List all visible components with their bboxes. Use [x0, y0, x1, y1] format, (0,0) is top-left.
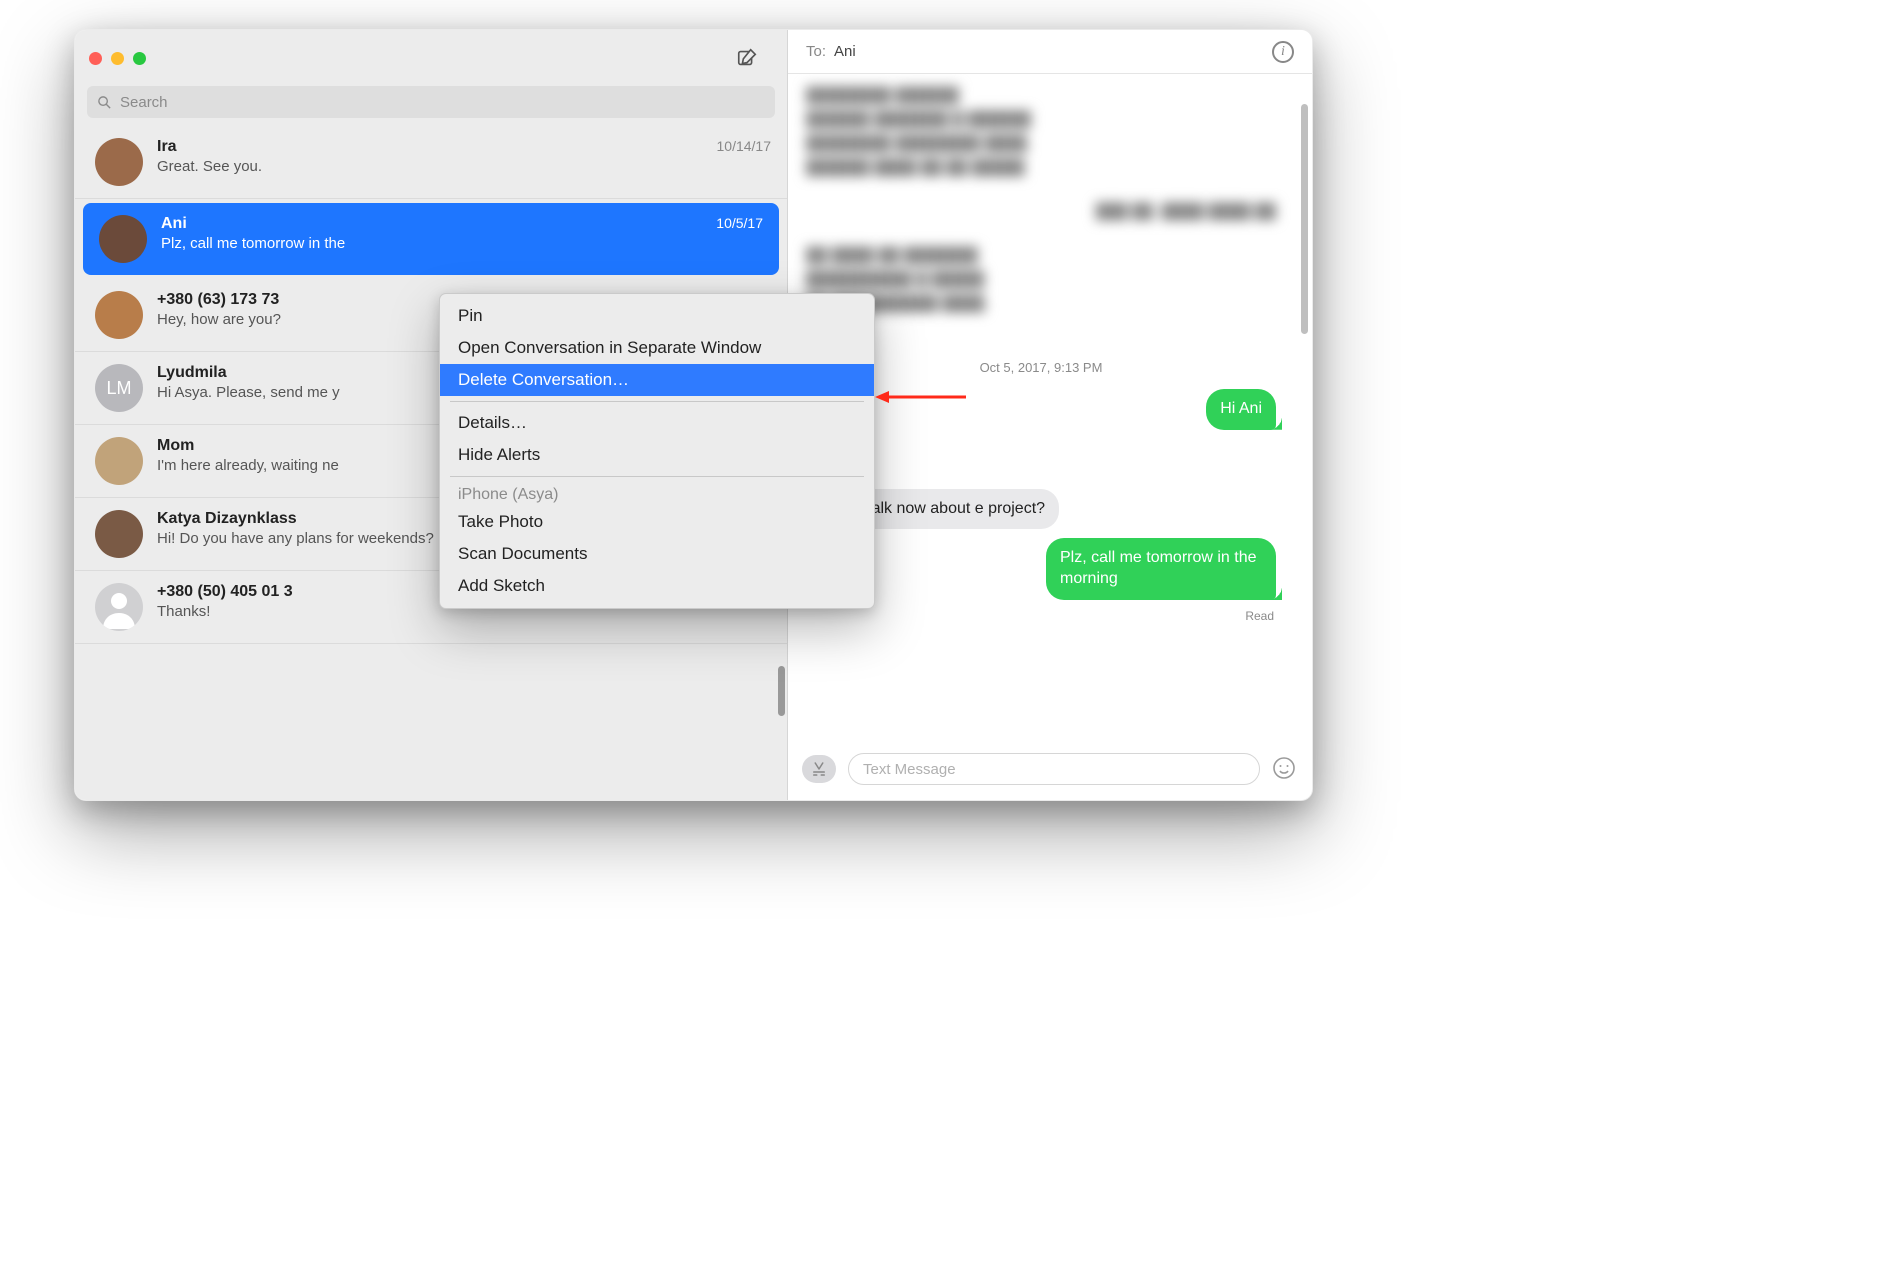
compose-bar	[788, 748, 1312, 800]
avatar	[95, 437, 143, 485]
messages-window: Ira 10/14/17 Great. See you. Ani 10/5/17…	[74, 29, 1313, 801]
outgoing-bubble[interactable]: Hi Ani	[1206, 389, 1276, 430]
blurred-earlier-content: ██ ████ ██ ███████ ██████████ █ █████ ██…	[806, 244, 1276, 340]
conversation-name: +380 (63) 173 73	[157, 291, 279, 309]
message-input[interactable]	[863, 761, 1245, 778]
avatar: LM	[95, 364, 143, 412]
read-receipt: Read	[806, 609, 1274, 623]
ctx-section-header: iPhone (Asya)	[440, 482, 874, 506]
message-input-wrapper[interactable]	[848, 753, 1260, 785]
ctx-hide-alerts[interactable]: Hide Alerts	[440, 439, 874, 471]
ctx-add-sketch[interactable]: Add Sketch	[440, 570, 874, 602]
conversation-name: +380 (50) 405 01 3	[157, 583, 293, 601]
avatar	[95, 510, 143, 558]
info-icon: i	[1281, 44, 1285, 60]
compose-icon	[736, 47, 758, 69]
appstore-icon	[810, 760, 828, 778]
ctx-take-photo[interactable]: Take Photo	[440, 506, 874, 538]
conversation-row[interactable]: Ira 10/14/17 Great. See you.	[75, 126, 787, 199]
outgoing-bubble[interactable]: Plz, call me tomorrow in the morning	[1046, 538, 1276, 600]
sidebar-scrollbar[interactable]	[778, 666, 785, 716]
close-button[interactable]	[89, 52, 102, 65]
avatar	[95, 583, 143, 631]
to-recipient[interactable]: Ani	[834, 43, 856, 60]
search-field[interactable]	[87, 86, 775, 118]
details-button[interactable]: i	[1272, 41, 1294, 63]
timestamp-label: Oct 5, 2017, 9:13 PM	[806, 360, 1276, 375]
context-menu: Pin Open Conversation in Separate Window…	[439, 293, 875, 609]
to-header: To: Ani i	[788, 30, 1312, 74]
emoji-icon	[1272, 756, 1296, 780]
conversation-name: Katya Dizaynklass	[157, 510, 297, 528]
maximize-button[interactable]	[133, 52, 146, 65]
person-icon	[95, 583, 143, 631]
blurred-earlier-content: ███ ██, ████ ████ ██	[806, 200, 1276, 224]
annotation-arrow	[871, 382, 971, 412]
ctx-details[interactable]: Details…	[440, 407, 874, 439]
avatar	[95, 291, 143, 339]
titlebar	[75, 30, 787, 86]
conversation-preview: Plz, call me tomorrow in the	[161, 235, 763, 252]
messages-scrollbar[interactable]	[1301, 104, 1308, 334]
compose-button[interactable]	[731, 42, 763, 74]
to-label: To:	[806, 43, 826, 60]
minimize-button[interactable]	[111, 52, 124, 65]
conversation-name: Ani	[161, 215, 187, 233]
avatar	[99, 215, 147, 263]
message-row: an we talk now about e project?	[806, 489, 1276, 533]
avatar	[95, 138, 143, 186]
apps-button[interactable]	[802, 755, 836, 783]
conversation-name: Ira	[157, 138, 177, 156]
message-row: ey!	[806, 439, 1276, 483]
ctx-separator	[450, 401, 864, 402]
conversation-preview: Great. See you.	[157, 158, 771, 175]
avatar-initials: LM	[106, 378, 131, 399]
conversation-date: 10/14/17	[717, 138, 772, 154]
message-row: Plz, call me tomorrow in the morning	[806, 538, 1276, 603]
ctx-scan-documents[interactable]: Scan Documents	[440, 538, 874, 570]
ctx-separator	[450, 476, 864, 477]
ctx-open-separate[interactable]: Open Conversation in Separate Window	[440, 332, 874, 364]
search-input[interactable]	[120, 94, 765, 111]
traffic-lights	[89, 52, 146, 65]
blurred-earlier-content: ████████ ██████ ██████ ███████ █ ██████ …	[806, 84, 1276, 180]
conversation-name: Mom	[157, 437, 194, 455]
conversation-name: Lyudmila	[157, 364, 227, 382]
conversation-row-selected[interactable]: Ani 10/5/17 Plz, call me tomorrow in the	[83, 203, 779, 275]
ctx-pin[interactable]: Pin	[440, 300, 874, 332]
emoji-button[interactable]	[1272, 756, 1298, 782]
search-icon	[97, 95, 112, 110]
conversation-date: 10/5/17	[716, 215, 763, 231]
ctx-delete-conversation[interactable]: Delete Conversation…	[440, 364, 874, 396]
